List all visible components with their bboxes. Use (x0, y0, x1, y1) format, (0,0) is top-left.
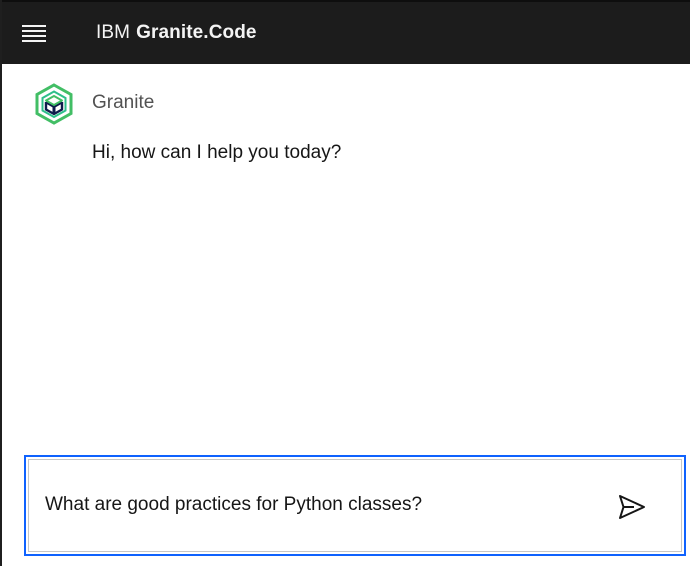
granite-logo-icon (35, 83, 73, 125)
brand-prefix: IBM (96, 22, 131, 43)
app-window: IBM Granite.Code Granite Hi, how can I he… (0, 0, 690, 566)
assistant-avatar (32, 82, 76, 126)
hamburger-menu-icon (22, 25, 46, 42)
message-composer: What are good practices for Python class… (24, 455, 686, 556)
send-button[interactable] (615, 490, 649, 524)
brand-name: Granite.Code (136, 22, 257, 43)
composer-field-frame: What are good practices for Python class… (28, 459, 682, 552)
message-sender: Granite (92, 92, 155, 113)
app-brand: IBM Granite.Code (96, 22, 257, 44)
prompt-input[interactable]: What are good practices for Python class… (45, 494, 605, 516)
top-header: IBM Granite.Code (2, 0, 690, 64)
send-icon (619, 495, 645, 519)
message-text: Hi, how can I help you today? (92, 142, 342, 163)
hamburger-menu-button[interactable] (2, 2, 66, 64)
